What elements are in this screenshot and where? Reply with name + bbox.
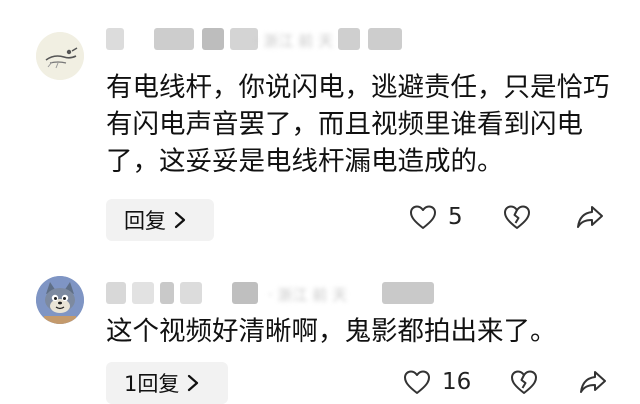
like-button[interactable]: 16 (402, 368, 471, 396)
heart-icon (404, 370, 430, 394)
reply-button-label: 1回复 (124, 372, 180, 396)
share-button[interactable] (575, 203, 605, 231)
sketch-avatar-icon (36, 32, 84, 80)
chevron-right-icon (188, 374, 199, 392)
comment-text: 有电线杆，你说闪电，逃避责任，只是恰巧有闪电声音罢了，而且视频里谁看到闪电了，这… (106, 72, 610, 177)
dislike-button[interactable] (509, 368, 539, 396)
meta-hint: · 浙江 前 天 (268, 286, 348, 304)
avatar[interactable] (36, 276, 84, 324)
avatar[interactable] (36, 32, 84, 80)
share-arrow-icon (580, 371, 606, 393)
like-count: 5 (448, 204, 463, 230)
reply-button-label: 回复 (124, 209, 166, 233)
comment-item-1: · 浙江 前 天 有电线杆，你说闪电，逃避责任，只是恰巧有闪电声音罢了，而且视频… (0, 0, 640, 262)
like-count: 16 (442, 369, 472, 395)
broken-heart-icon (504, 205, 530, 229)
reply-button[interactable]: 回复 (106, 199, 214, 241)
heart-icon (410, 205, 436, 229)
like-button[interactable]: 5 (408, 203, 463, 231)
dislike-button[interactable] (502, 203, 532, 231)
reply-button[interactable]: 1回复 (106, 362, 228, 404)
comment-item-2: · 浙江 前 天 这个视频好清晰啊，鬼影都拍出来了。 1回复 16 (0, 262, 640, 404)
cartoon-cat-avatar-icon (36, 276, 84, 324)
comment-text: 这个视频好清晰啊，鬼影都拍出来了。 (106, 316, 557, 347)
share-arrow-icon (577, 206, 603, 228)
broken-heart-icon (511, 370, 537, 394)
share-button[interactable] (578, 368, 608, 396)
meta-hint: · 浙江 前 天 (254, 32, 334, 50)
chevron-right-icon (174, 211, 186, 229)
